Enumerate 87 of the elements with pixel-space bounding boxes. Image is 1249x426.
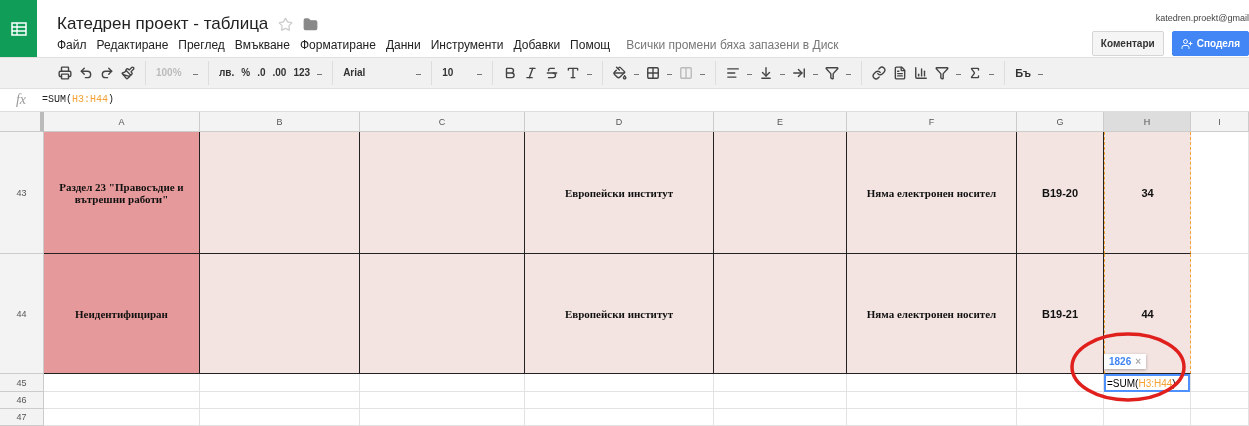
caret-icon[interactable] [317, 74, 323, 76]
caret-icon[interactable] [989, 74, 995, 76]
print-icon[interactable] [58, 65, 72, 80]
row-header[interactable]: 45 [0, 374, 44, 392]
folder-icon[interactable] [303, 16, 319, 32]
caret-icon[interactable] [667, 74, 673, 76]
undo-icon[interactable] [79, 65, 93, 80]
font-select[interactable]: Arial [343, 67, 410, 79]
caret-icon[interactable] [587, 74, 593, 76]
column-header[interactable]: A [44, 112, 200, 132]
column-header[interactable]: B [200, 112, 360, 132]
increase-decimal-button[interactable]: .00 [272, 67, 287, 79]
document-title[interactable]: Катедрен проект - таблица [57, 14, 269, 34]
table-cell [1191, 409, 1249, 426]
share-button[interactable]: Споделя [1171, 31, 1249, 56]
bold-icon[interactable] [503, 65, 518, 80]
decrease-decimal-button[interactable]: .0 [257, 67, 266, 79]
menu-item[interactable]: Преглед [178, 38, 225, 52]
redo-icon[interactable] [100, 65, 114, 80]
table-cell: B19-21 [1017, 254, 1104, 374]
table-cell: Няма електронен носител [847, 254, 1017, 374]
table-cell: Раздел 23 "Правосъдие и вътрешни работи" [44, 132, 200, 254]
input-tools-button[interactable]: Бъ [1015, 66, 1032, 79]
caret-icon[interactable] [416, 74, 422, 76]
person-icon [1180, 37, 1193, 50]
caret-icon[interactable] [780, 74, 786, 76]
table-cell [1191, 374, 1249, 392]
caret-icon[interactable] [1038, 74, 1044, 76]
menu-item[interactable]: Инструменти [430, 38, 504, 52]
table-cell: Европейски институт [525, 132, 714, 254]
menu-item[interactable]: Помощ [570, 38, 611, 52]
column-header[interactable]: G [1017, 112, 1104, 132]
formula-result-tooltip: 1826 × [1104, 354, 1147, 369]
text-color-icon[interactable] [566, 65, 581, 80]
row-header[interactable]: 47 [0, 409, 44, 426]
currency-button[interactable]: лв. [219, 67, 235, 79]
strikethrough-icon[interactable] [545, 65, 560, 80]
save-status[interactable]: Всички промени бяха запазени в Диск [626, 38, 839, 52]
caret-icon[interactable] [846, 74, 852, 76]
formula-input[interactable]: =SUM(H3:H44) [42, 94, 115, 106]
vertical-align-icon[interactable] [759, 65, 774, 80]
column-header[interactable]: F [847, 112, 1017, 132]
table-cell [1191, 392, 1249, 409]
column-header[interactable]: D [525, 112, 714, 132]
row-header[interactable]: 43 [0, 132, 44, 254]
paint-format-icon[interactable] [121, 65, 135, 80]
table-cell: Неидентифициран [44, 254, 200, 374]
caret-icon[interactable] [747, 74, 753, 76]
borders-icon[interactable] [646, 65, 661, 80]
caret-icon[interactable] [956, 74, 962, 76]
table-cell: 34 [1104, 132, 1191, 254]
sheets-logo-icon[interactable] [0, 0, 37, 57]
table-cell: Няма електронен носител [847, 132, 1017, 254]
number-format-button[interactable]: 123 [293, 67, 311, 79]
align-icon[interactable] [726, 65, 741, 80]
menu-item[interactable]: Данни [385, 38, 421, 52]
column-header[interactable]: I [1191, 112, 1249, 132]
menu-item[interactable]: Форматиране [299, 38, 376, 52]
caret-icon[interactable] [193, 74, 198, 76]
menu-item[interactable]: Вмъкване [234, 38, 290, 52]
column-header[interactable]: E [714, 112, 847, 132]
caret-icon[interactable] [634, 74, 640, 76]
percent-button[interactable]: % [241, 67, 251, 79]
caret-icon[interactable] [700, 74, 706, 76]
italic-icon[interactable] [524, 65, 539, 80]
fill-color-icon[interactable] [613, 65, 628, 80]
row-header[interactable]: 46 [0, 392, 44, 409]
link-icon[interactable] [872, 65, 887, 80]
chart-icon[interactable] [914, 65, 929, 80]
caret-icon[interactable] [477, 74, 483, 76]
formula-label: fx [14, 91, 28, 108]
caret-icon[interactable] [813, 74, 819, 76]
filter-icon[interactable] [935, 65, 950, 80]
menu-item[interactable]: Файл [57, 38, 87, 52]
menu-item[interactable]: Добавки [513, 38, 561, 52]
row-header[interactable]: 44 [0, 254, 44, 374]
menu-item[interactable]: Редактиране [96, 38, 169, 52]
table-cell: Европейски институт [525, 254, 714, 374]
star-icon[interactable] [278, 16, 294, 32]
comment-icon[interactable] [893, 65, 908, 80]
font-size-select[interactable]: 10 [442, 67, 471, 79]
comments-button[interactable]: Коментари [1091, 31, 1164, 56]
column-header[interactable]: C [360, 112, 525, 132]
text-wrap-icon[interactable] [792, 65, 807, 80]
column-header[interactable]: H [1104, 112, 1191, 132]
table-cell: B19-20 [1017, 132, 1104, 254]
account-email: katedren.proekt@gmail [1155, 13, 1249, 23]
